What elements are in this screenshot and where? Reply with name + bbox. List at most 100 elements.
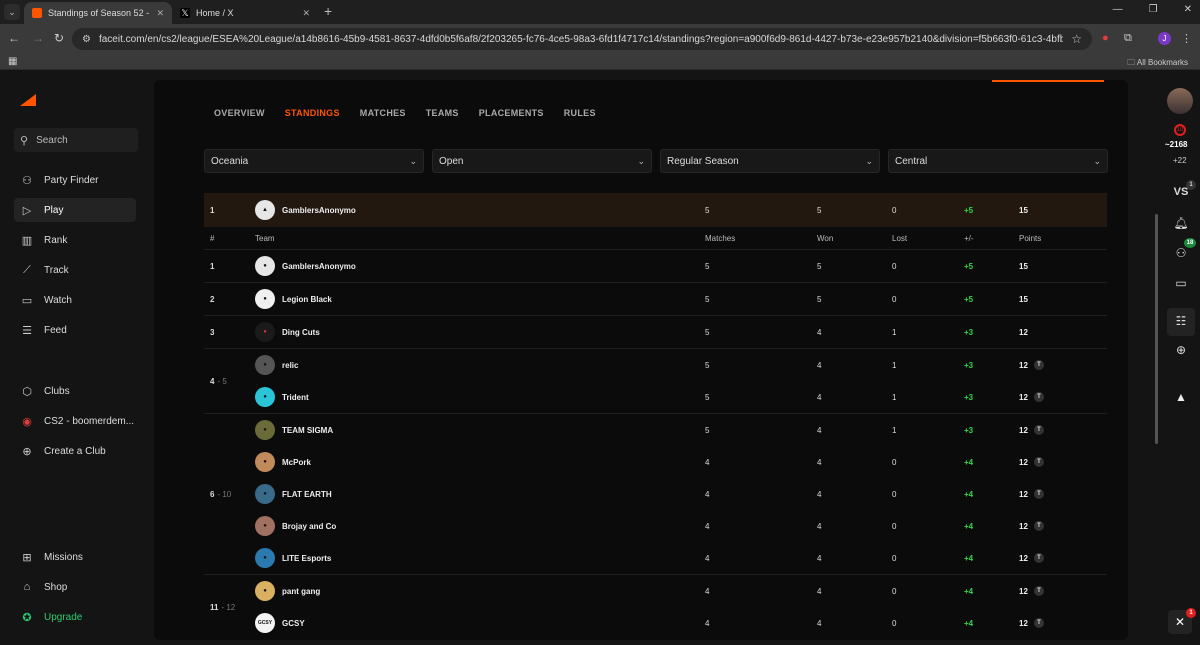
table-row[interactable]: ● Legion Black 5 5 0 +5 15 (255, 283, 1107, 315)
team-name: TEAM SIGMA (282, 425, 334, 435)
col-lost: Lost (892, 233, 908, 243)
sidebar-item-rank[interactable]: ▥ Rank (14, 228, 136, 252)
table-row[interactable]: ● relic 5 4 1 +3 12 T (255, 349, 1107, 381)
bookmark-star-icon[interactable]: ☆ (1071, 32, 1082, 46)
site-info-icon[interactable]: ⚙ (82, 34, 91, 45)
rank-cell: 4- 5 (204, 349, 255, 413)
tab-placements[interactable]: PLACEMENTS (479, 108, 544, 118)
rank-range: - 12 (221, 602, 236, 612)
lost-cell: 1 (892, 392, 897, 402)
tab-rules[interactable]: RULES (564, 108, 596, 118)
table-row[interactable]: ● FLAT EARTH 4 4 0 +4 12 T (255, 478, 1107, 510)
table-row[interactable]: ● McPork 4 4 0 +4 12 T (255, 446, 1107, 478)
page-scrollbar[interactable] (1155, 214, 1158, 444)
party-finder-icon[interactable]: ☷ (1172, 314, 1190, 328)
tab-teams[interactable]: TEAMS (426, 108, 459, 118)
team-logo-icon: ▲ (255, 200, 275, 220)
chat-icon[interactable]: ▭ (1172, 276, 1190, 290)
won-cell: 4 (817, 618, 822, 628)
browser-menu-icon[interactable]: ⋮ (1181, 32, 1192, 45)
table-row[interactable]: ● Trident 5 4 1 +3 12 T (255, 381, 1107, 413)
reload-icon[interactable]: ↻ (54, 31, 64, 45)
chevron-down-icon: ⌄ (865, 155, 873, 166)
lost-cell: 1 (892, 327, 897, 337)
tab-matches[interactable]: MATCHES (360, 108, 406, 118)
team-logo-icon[interactable]: ▲ (1172, 390, 1190, 404)
sidebar-item-label: Track (44, 264, 69, 276)
sidebar-item-label: Play (44, 204, 64, 216)
bell-icon[interactable]: 🔔︎ (1172, 216, 1190, 230)
division-value: Open (439, 155, 464, 167)
points-cell: 12 (1019, 328, 1099, 337)
minimize-icon[interactable]: — (1113, 4, 1123, 15)
team-logo-icon: ● (255, 452, 275, 472)
user-avatar[interactable] (1167, 88, 1193, 114)
add-circle-icon[interactable]: ⊕ (1172, 343, 1190, 357)
forward-icon[interactable]: → (32, 31, 44, 45)
address-bar[interactable]: ⚙ faceit.com/en/cs2/league/ESEA%20League… (72, 28, 1092, 50)
rank-cell: 11- 12 (204, 575, 255, 639)
points-cell: 12 T (1019, 618, 1099, 628)
sidebar-item-club-cs2[interactable]: ◉ CS2 - boomerdem... (14, 409, 136, 433)
tiebreaker-icon[interactable]: T (1033, 618, 1044, 628)
profile-avatar[interactable]: J (1158, 32, 1171, 45)
tab-standings[interactable]: STANDINGS (285, 108, 340, 118)
table-row[interactable]: ● LITE Esports 4 4 0 +4 12 T (255, 542, 1107, 574)
lost-cell: 1 (892, 360, 897, 370)
tiebreaker-icon[interactable]: T (1033, 586, 1044, 596)
tiebreaker-icon[interactable]: T (1033, 392, 1044, 402)
close-tab-icon[interactable]: ✕ (156, 8, 164, 19)
tiebreaker-icon[interactable]: T (1033, 457, 1044, 467)
faceit-logo-icon[interactable] (20, 94, 36, 106)
new-tab-button[interactable]: + (324, 3, 332, 19)
tiebreaker-icon[interactable]: T (1033, 521, 1044, 531)
diff-cell: +4 (964, 618, 974, 628)
extension-icon[interactable]: ● (1102, 32, 1109, 44)
sidebar-item-upgrade[interactable]: ✪ Upgrade (14, 605, 136, 629)
browser-tab-x[interactable]: 𝕏 Home / X ✕ (172, 2, 318, 24)
sidebar-item-party-finder[interactable]: ⚇ Party Finder (14, 168, 136, 192)
sidebar-item-label: Upgrade (44, 611, 83, 623)
table-row[interactable]: ● Brojay and Co 4 4 0 +4 12 T (255, 510, 1107, 542)
table-row[interactable]: ● GamblersAnonymo 5 5 0 +5 15 (255, 250, 1107, 282)
close-tab-icon[interactable]: ✕ (302, 8, 310, 19)
tab-search-button[interactable]: ⌄ (4, 4, 20, 20)
tiebreaker-icon[interactable]: T (1033, 360, 1044, 370)
sidebar-item-play[interactable]: ▷ Play (14, 198, 136, 222)
sidebar-item-shop[interactable]: ⌂ Shop (14, 575, 136, 599)
table-row[interactable]: ● Ding Cuts 5 4 1 +3 12 (255, 316, 1107, 348)
sidebar-item-create-club[interactable]: ⊕ Create a Club (14, 439, 136, 463)
table-row[interactable]: ● pant gang 4 4 0 +4 12 T (255, 575, 1107, 607)
notification-badge: 1 (1186, 608, 1196, 618)
url-text: faceit.com/en/cs2/league/ESEA%20League/a… (98, 33, 1064, 45)
back-icon[interactable]: ← (8, 31, 20, 45)
close-window-icon[interactable]: ✕ (1184, 4, 1192, 15)
browser-tab-standings[interactable]: Standings of Season 52 - ESEA ✕ (24, 2, 172, 24)
sidebar-item-watch[interactable]: ▭ Watch (14, 288, 136, 312)
sidebar-item-feed[interactable]: ☰ Feed (14, 318, 136, 342)
region-select[interactable]: Oceania ⌄ (204, 149, 424, 173)
friends-icon[interactable]: ⚇ (1172, 246, 1190, 260)
team-name: GamblersAnonymo (282, 205, 356, 215)
apps-grid-icon[interactable]: ▦ (8, 56, 17, 67)
search-button[interactable]: ⚲ Search (14, 128, 138, 152)
all-bookmarks-button[interactable]: 🗀 All Bookmarks (1127, 57, 1188, 71)
team-logo-icon: ● (255, 484, 275, 504)
restore-icon[interactable]: ❐ (1149, 4, 1158, 15)
stage-select[interactable]: Regular Season ⌄ (660, 149, 880, 173)
sidebar-item-label: Missions (44, 551, 83, 563)
division-select[interactable]: Open ⌄ (432, 149, 652, 173)
my-team-row[interactable]: 1 ▲ GamblersAnonymo 5 5 0 +5 15 (204, 193, 1107, 227)
tiebreaker-icon[interactable]: T (1033, 425, 1044, 435)
tiebreaker-icon[interactable]: T (1033, 553, 1044, 563)
sidebar-item-track[interactable]: ⟋ Track (14, 258, 136, 282)
tab-overview[interactable]: OVERVIEW (214, 108, 265, 118)
sidebar-item-missions[interactable]: ⊞ Missions (14, 545, 136, 569)
table-row[interactable]: GCSY GCSY 4 4 0 +4 12 T (255, 607, 1107, 639)
extensions-puzzle-icon[interactable]: ⧉ (1124, 32, 1132, 45)
table-row[interactable]: ● TEAM SIGMA 5 4 1 +3 12 T (255, 414, 1107, 446)
tiebreaker-icon[interactable]: T (1033, 489, 1044, 499)
sidebar-item-clubs[interactable]: ⬡ Clubs (14, 379, 136, 403)
won-cell: 4 (817, 425, 822, 435)
conference-select[interactable]: Central ⌄ (888, 149, 1108, 173)
